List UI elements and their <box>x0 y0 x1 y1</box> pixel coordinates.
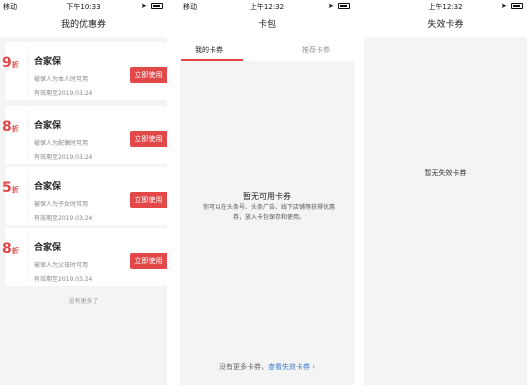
no-more-cards-text: 没有更多卡券， <box>218 363 268 371</box>
empty-expired-text: 暂无失效卡券 <box>424 169 467 177</box>
coupon-card[interactable]: 9折 合家保 被保人为本人时可用 有效期至2019.03.24 立即使用 <box>2 42 167 100</box>
coupon-expiry: 有效期至2019.03.24 <box>34 90 93 97</box>
use-now-button[interactable]: 立即使用 <box>130 131 167 147</box>
coupon-desc: 被保人为配偶时可用 <box>34 140 89 147</box>
coupon-card[interactable]: 8折 合家保 被保人为父母时可用 有效期至2019.03.24 立即使用 <box>2 228 167 286</box>
status-bar: 上午12:32 ➤ <box>364 0 527 13</box>
discount-value: 8折 <box>2 119 19 135</box>
battery-icon <box>151 3 163 9</box>
page-title: 失效卡券 <box>364 13 527 37</box>
coupon-name: 合家保 <box>34 243 62 253</box>
no-more-text: 没有更多了 <box>68 298 99 305</box>
coupon-name: 合家保 <box>34 57 62 67</box>
coupon-expiry: 有效期至2019.03.24 <box>34 276 93 283</box>
status-bar: 移动 下午10:33 ➤ <box>0 0 167 13</box>
use-now-button[interactable]: 立即使用 <box>130 192 167 208</box>
status-icons: ➤ <box>328 2 350 10</box>
expired-cards-screen: 上午12:32 ➤ 失效卡券 暂无失效卡券 <box>364 0 527 385</box>
page-title: 我的优惠券 <box>0 13 167 37</box>
empty-state-title: 暂无可用卡券 <box>243 192 291 201</box>
location-icon: ➤ <box>327 2 335 10</box>
status-icons: ➤ <box>501 2 523 10</box>
coupon-divider <box>27 171 28 221</box>
use-now-button[interactable]: 立即使用 <box>130 253 167 269</box>
discount-value: 5折 <box>2 180 19 196</box>
coupon-expiry: 有效期至2019.03.24 <box>34 154 93 161</box>
coupon-expiry: 有效期至2019.03.24 <box>34 215 93 222</box>
battery-icon <box>338 3 350 9</box>
use-now-button[interactable]: 立即使用 <box>130 67 167 83</box>
coupon-card[interactable]: 5折 合家保 被保人为子女时可用 有效期至2019.03.24 立即使用 <box>2 167 167 225</box>
coupon-divider <box>27 110 28 160</box>
coupon-divider <box>27 46 28 96</box>
coupon-name: 合家保 <box>34 182 62 192</box>
location-icon: ➤ <box>500 2 508 10</box>
coupon-desc: 被保人为本人时可用 <box>34 76 89 83</box>
location-icon: ➤ <box>140 2 148 10</box>
tab-my-cards[interactable]: 我的卡券 <box>195 45 223 55</box>
page-title: 卡包 <box>180 13 354 37</box>
coupon-desc: 被保人为父母时可用 <box>34 262 89 269</box>
discount-value: 8折 <box>2 241 19 257</box>
coupon-divider <box>27 232 28 282</box>
status-bar: 移动 上午12:32 ➤ <box>180 0 354 13</box>
battery-icon <box>511 3 523 9</box>
card-wallet-screen: 移动 上午12:32 ➤ 卡包 我的卡券 推荐卡券 暂无可用卡券 你可以在头条号… <box>180 0 354 385</box>
discount-value: 9折 <box>2 55 19 71</box>
footer-line: 没有更多卡券，查看失效卡券 › <box>180 362 354 372</box>
coupons-screen: 移动 下午10:33 ➤ 我的优惠券 9折 合家保 被保人为本人时可用 有效期至… <box>0 0 167 385</box>
active-tab-indicator <box>181 59 243 61</box>
view-expired-cards-link[interactable]: 查看失效卡券 › <box>268 363 315 371</box>
status-icons: ➤ <box>141 2 163 10</box>
empty-state-description: 你可以在头条号、头条广告、线下店铺等获得优惠券，放入卡包保存和使用。 <box>202 204 335 221</box>
tab-bar: 我的卡券 推荐卡券 <box>180 37 354 61</box>
coupon-desc: 被保人为子女时可用 <box>34 201 89 208</box>
tab-recommended-cards[interactable]: 推荐卡券 <box>302 45 330 55</box>
coupon-name: 合家保 <box>34 121 62 131</box>
coupon-card[interactable]: 8折 合家保 被保人为配偶时可用 有效期至2019.03.24 立即使用 <box>2 106 167 164</box>
